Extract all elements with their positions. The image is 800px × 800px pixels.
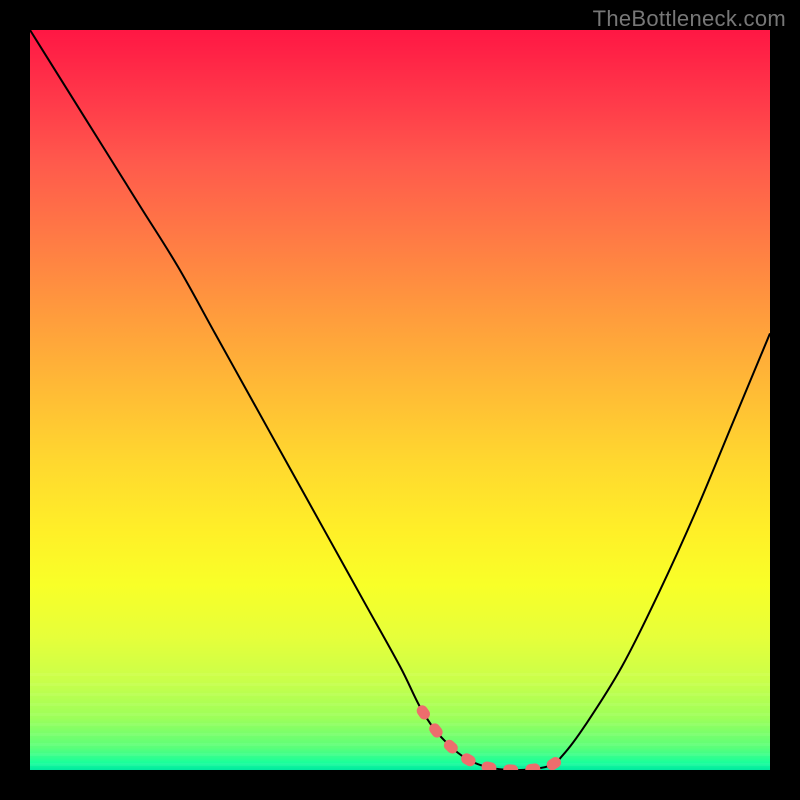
chart-area [30,30,770,770]
bottleneck-curve-line [30,30,770,770]
curve-svg [30,30,770,770]
watermark-text: TheBottleneck.com [593,6,786,32]
